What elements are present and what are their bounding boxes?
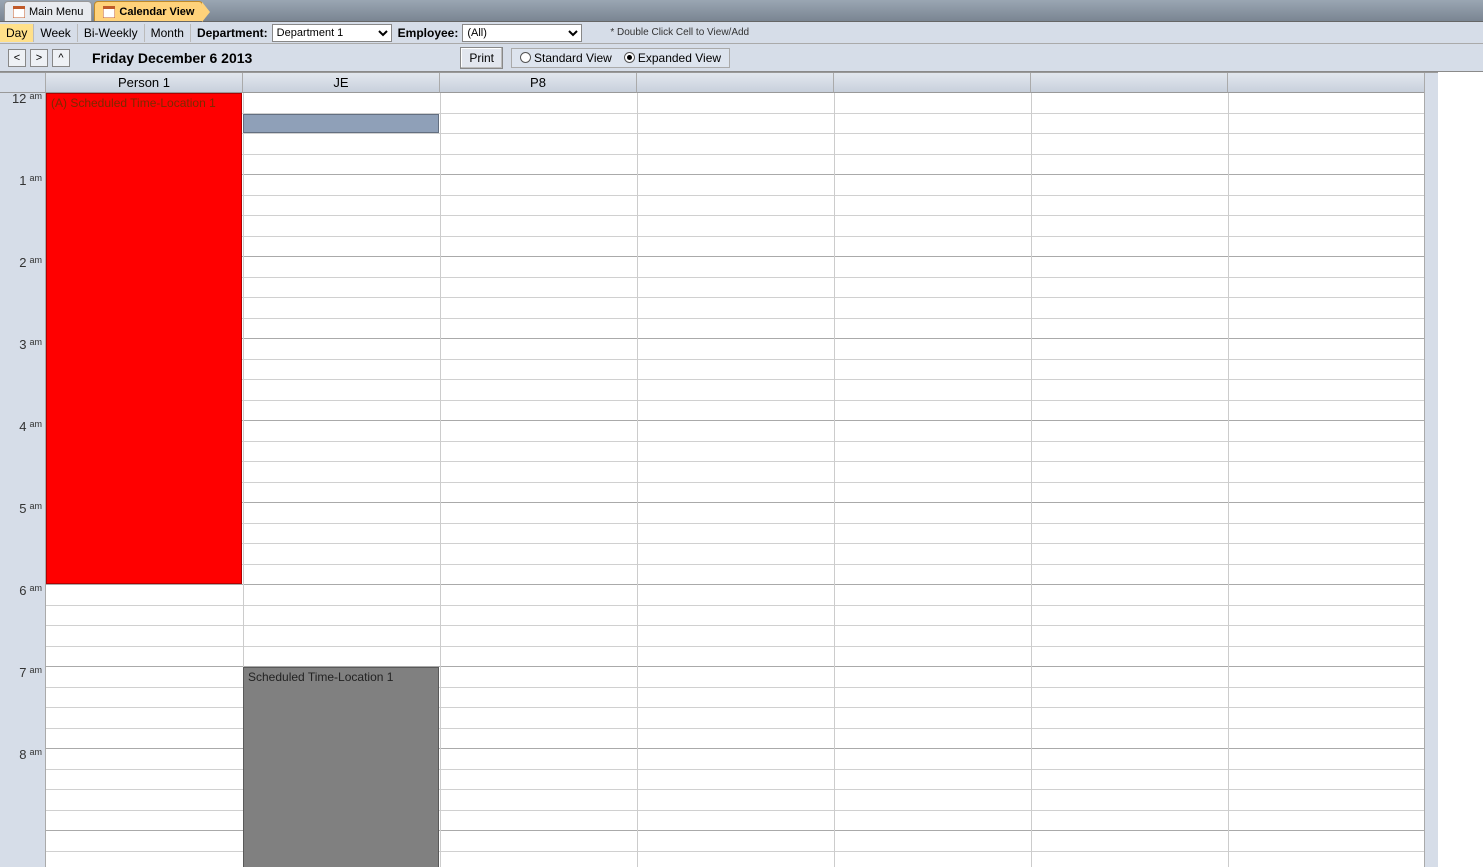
view-month[interactable]: Month xyxy=(145,24,191,42)
time-label: 12 am xyxy=(0,91,46,106)
grid-cell-row[interactable] xyxy=(46,93,1438,114)
time-label: 8 am xyxy=(0,747,46,762)
grid-cell-row[interactable] xyxy=(46,216,1438,237)
column-header[interactable]: JE xyxy=(243,73,440,93)
radio-label: Standard View xyxy=(534,51,612,65)
grid-cell-row[interactable] xyxy=(46,319,1438,340)
hint-text: * Double Click Cell to View/Add xyxy=(610,27,749,38)
grid-cell-row[interactable] xyxy=(46,155,1438,176)
column-header[interactable] xyxy=(1031,73,1228,93)
toolbar-filters: Day Week Bi-Weekly Month Department: Dep… xyxy=(0,22,1483,44)
appointment-block[interactable]: (A) Scheduled Time-Location 1 xyxy=(46,93,242,584)
form-icon xyxy=(13,6,25,18)
time-label: 6 am xyxy=(0,583,46,598)
column-header[interactable]: Person 1 xyxy=(46,73,243,93)
grid-body: 12 am 1 am 2 am 3 am 4 am 5 am 6 am 7 am 8 am (A… xyxy=(0,93,1438,867)
view-day[interactable]: Day xyxy=(0,24,34,42)
tab-bar: Main Menu Calendar View xyxy=(0,0,1483,22)
slots-area[interactable]: (A) Scheduled Time-Location 1Scheduled T… xyxy=(46,93,1438,867)
appointment-block[interactable]: Scheduled Time-Location 1 xyxy=(243,667,439,867)
grid-cell-row[interactable] xyxy=(46,401,1438,422)
view-biweekly[interactable]: Bi-Weekly xyxy=(78,24,145,42)
department-label: Department: xyxy=(197,26,268,40)
time-column: 12 am 1 am 2 am 3 am 4 am 5 am 6 am 7 am 8 am xyxy=(0,93,46,867)
grid-cell-row[interactable] xyxy=(46,524,1438,545)
grid-cell-row[interactable] xyxy=(46,462,1438,483)
column-header[interactable]: P8 xyxy=(440,73,637,93)
form-icon xyxy=(103,6,115,18)
date-title: Friday December 6 2013 xyxy=(92,50,252,66)
grid-cell-row[interactable] xyxy=(46,585,1438,606)
tab-calendar-view[interactable]: Calendar View xyxy=(94,1,203,21)
radio-icon xyxy=(624,52,635,63)
grid-cell-row[interactable] xyxy=(46,298,1438,319)
column-header[interactable] xyxy=(1228,73,1425,93)
appointment-block[interactable] xyxy=(243,114,439,134)
radio-icon xyxy=(520,52,531,63)
grid-cell-row[interactable] xyxy=(46,483,1438,504)
tab-label: Calendar View xyxy=(119,6,194,18)
radio-standard-view[interactable]: Standard View xyxy=(520,51,612,65)
grid-cell-row[interactable] xyxy=(46,565,1438,586)
grid-cell-row[interactable] xyxy=(46,360,1438,381)
scrollbar-track[interactable] xyxy=(1424,73,1438,867)
time-label: 7 am xyxy=(0,665,46,680)
radio-label: Expanded View xyxy=(638,51,721,65)
view-mode-group: Standard View Expanded View xyxy=(511,48,730,68)
toolbar-nav: < > ^ Friday December 6 2013 Print Stand… xyxy=(0,44,1483,72)
grid-cell-row[interactable] xyxy=(46,196,1438,217)
header-corner xyxy=(0,73,46,93)
up-button[interactable]: ^ xyxy=(52,49,70,67)
column-header[interactable] xyxy=(637,73,834,93)
print-button[interactable]: Print xyxy=(460,47,503,69)
grid-cell-row[interactable] xyxy=(46,421,1438,442)
grid-cell-row[interactable] xyxy=(46,503,1438,524)
tab-label: Main Menu xyxy=(29,6,83,18)
prev-button[interactable]: < xyxy=(8,49,26,67)
column-headers: Person 1 JE P8 xyxy=(0,73,1438,93)
time-label: 3 am xyxy=(0,337,46,352)
department-select[interactable]: Department 1 xyxy=(272,24,392,42)
grid-cell-row[interactable] xyxy=(46,257,1438,278)
grid-cell-row[interactable] xyxy=(46,339,1438,360)
time-label: 1 am xyxy=(0,173,46,188)
grid-cell-row[interactable] xyxy=(46,544,1438,565)
employee-select[interactable]: (All) xyxy=(462,24,582,42)
grid-cell-row[interactable] xyxy=(46,175,1438,196)
time-label: 4 am xyxy=(0,419,46,434)
time-label: 5 am xyxy=(0,501,46,516)
calendar-grid: Person 1 JE P8 12 am 1 am 2 am 3 am 4 am 5 am… xyxy=(0,72,1438,867)
employee-label: Employee: xyxy=(398,26,459,40)
grid-cell-row[interactable] xyxy=(46,278,1438,299)
column-header[interactable] xyxy=(834,73,1031,93)
grid-cell-row[interactable] xyxy=(46,237,1438,258)
grid-cell-row[interactable] xyxy=(46,626,1438,647)
next-button[interactable]: > xyxy=(30,49,48,67)
radio-expanded-view[interactable]: Expanded View xyxy=(624,51,721,65)
grid-cell-row[interactable] xyxy=(46,647,1438,668)
tab-main-menu[interactable]: Main Menu xyxy=(4,1,92,21)
grid-cell-row[interactable] xyxy=(46,606,1438,627)
grid-cell-row[interactable] xyxy=(46,380,1438,401)
view-week[interactable]: Week xyxy=(34,24,77,42)
grid-cell-row[interactable] xyxy=(46,134,1438,155)
time-label: 2 am xyxy=(0,255,46,270)
grid-cell-row[interactable] xyxy=(46,442,1438,463)
